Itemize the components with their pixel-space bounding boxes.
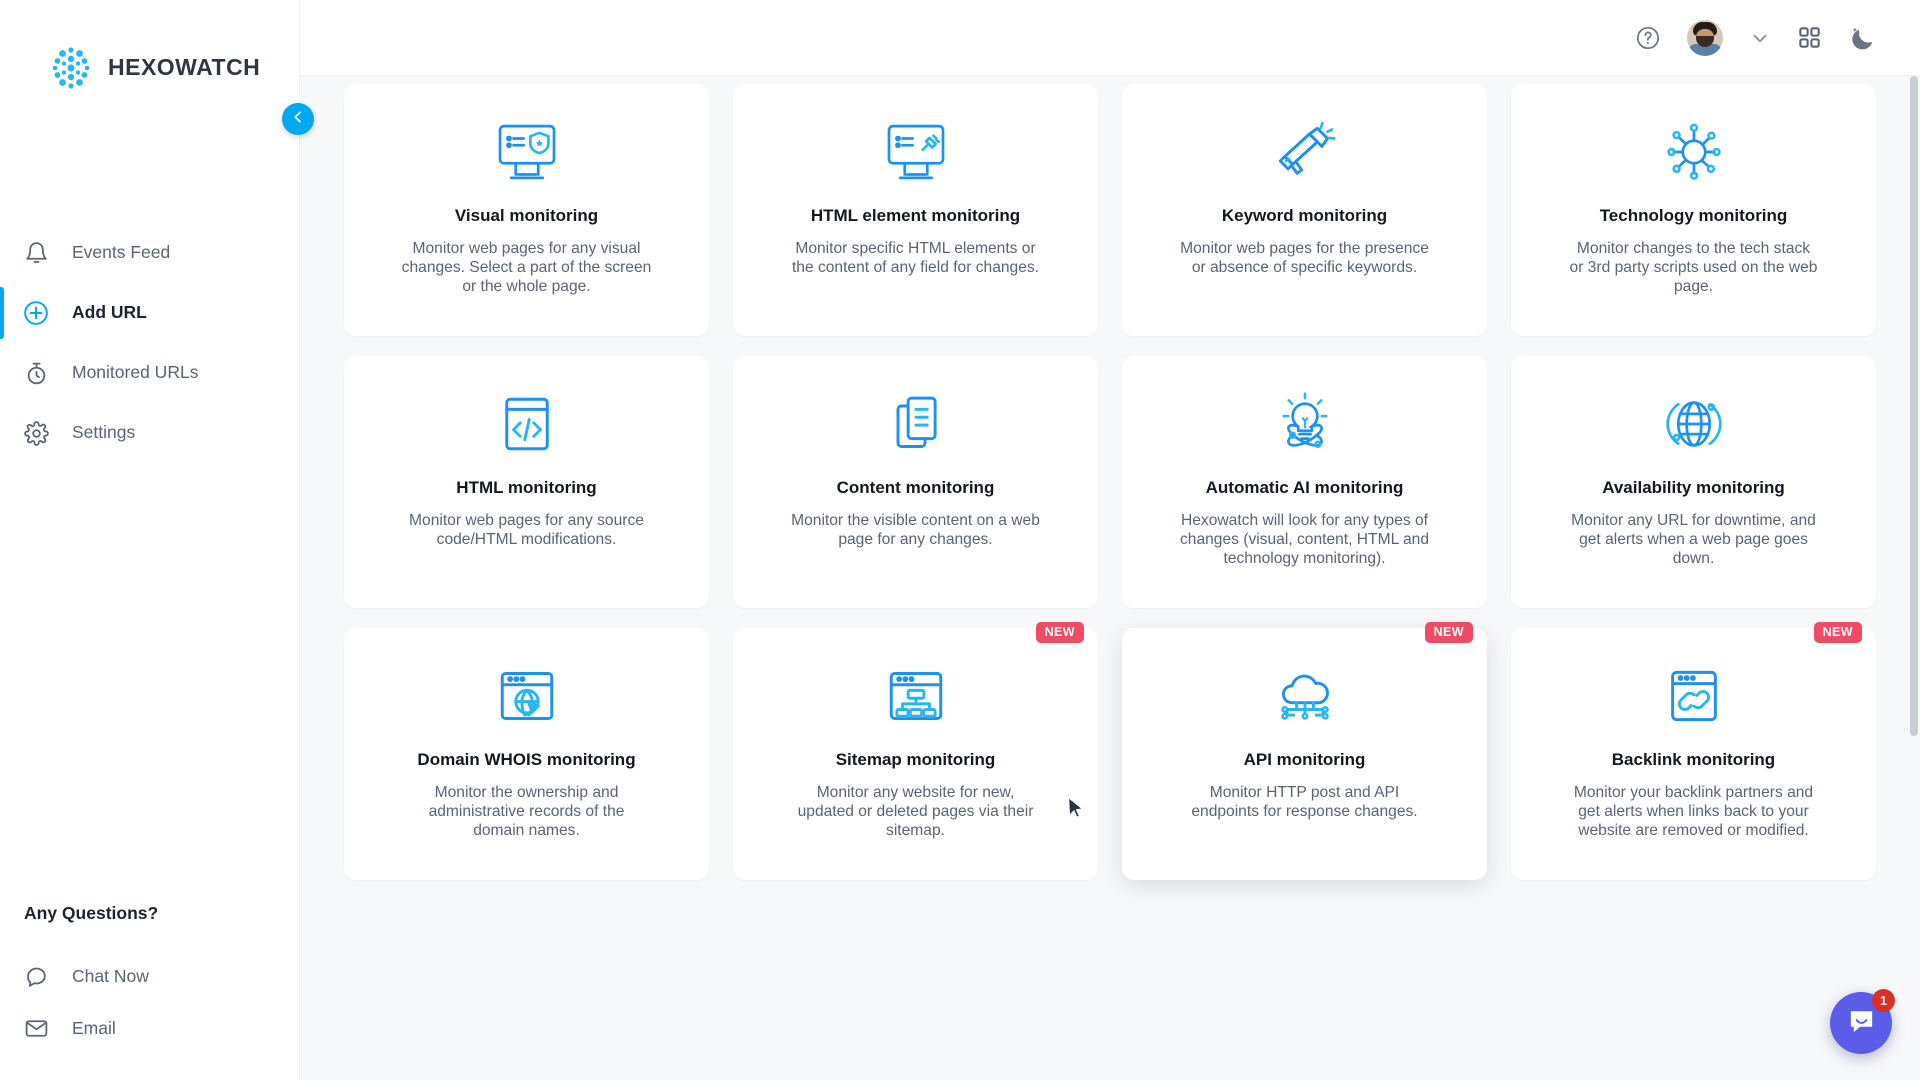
card-keyword-monitoring[interactable]: Keyword monitoring Monitor web pages for… (1122, 84, 1487, 336)
brand-logo[interactable]: HEXOWATCH (0, 0, 299, 105)
card-content-monitoring[interactable]: Content monitoring Monitor the visible c… (733, 356, 1098, 608)
hexowatch-dots-logo-icon (48, 45, 94, 91)
network-nodes-icon (1658, 114, 1730, 190)
moon-stars-icon[interactable] (1848, 24, 1876, 52)
app-root: HEXOWATCH Events Feed Add URL Monitored … (0, 0, 1920, 1080)
card-description: Monitor any website for new, updated or … (797, 784, 1034, 840)
monitor-type-grid-area: Visual monitoring Monitor web pages for … (300, 76, 1920, 1080)
monitor-shield-icon (491, 114, 563, 190)
card-api-monitoring[interactable]: NEW API monitoring Monitor HTTP post and… (1122, 622, 1487, 880)
sidebar-item-add-url[interactable]: Add URL (0, 283, 299, 343)
card-description: Monitor the visible content on a web pag… (791, 512, 1040, 549)
card-backlink-monitoring[interactable]: NEW Backlink monitoring Monitor your bac… (1511, 622, 1876, 880)
chat-launcher-button[interactable]: 1 (1830, 989, 1895, 1054)
main-content: Visual monitoring Monitor web pages for … (300, 0, 1920, 1080)
card-description: Monitor changes to the tech stack or 3rd… (1569, 240, 1818, 296)
sidebar-nav: Events Feed Add URL Monitored URLs Setti… (0, 223, 299, 463)
sidebar-item-label: Settings (72, 422, 136, 443)
card-title: Keyword monitoring (1221, 206, 1388, 225)
card-domain-whois-monitoring[interactable]: Domain WHOIS monitoring Monitor the owne… (344, 628, 709, 880)
card-description: Monitor any URL for downtime, and get al… (1571, 512, 1816, 568)
brand-name: HEXOWATCH (108, 54, 261, 80)
card-title: Availability monitoring (1602, 478, 1785, 497)
envelope-icon (22, 1014, 50, 1042)
monitor-type-grid: Visual monitoring Monitor web pages for … (344, 76, 1876, 880)
sidebar-item-email[interactable]: Email (22, 1002, 299, 1054)
sidebar-item-chat-now[interactable]: Chat Now (22, 950, 299, 1002)
card-title: Sitemap monitoring (835, 750, 996, 769)
grid-apps-icon[interactable] (1797, 25, 1822, 50)
megaphone-icon (1269, 114, 1341, 190)
card-description: Monitor web pages for any source code/HT… (409, 512, 644, 549)
card-description: Monitor HTTP post and API endpoints for … (1191, 784, 1418, 821)
gear-icon (22, 419, 50, 447)
sidebar-collapse-button[interactable] (282, 103, 314, 135)
card-description: Monitor your backlink partners and get a… (1573, 784, 1814, 840)
card-html-element-monitoring[interactable]: HTML element monitoring Monitor specific… (733, 84, 1098, 336)
status-badge: NEW (1424, 622, 1473, 643)
sidebar: HEXOWATCH Events Feed Add URL Monitored … (0, 0, 300, 1080)
intercom-messenger-icon (1846, 1005, 1877, 1041)
monitor-pin-icon (880, 114, 952, 190)
card-description: Monitor web pages for any visual changes… (401, 240, 652, 296)
card-description: Monitor the ownership and administrative… (428, 784, 625, 840)
card-title: Domain WHOIS monitoring (417, 750, 636, 769)
topbar (300, 0, 1920, 76)
card-technology-monitoring[interactable]: Technology monitoring Monitor changes to… (1511, 84, 1876, 336)
sidebar-item-monitored-urls[interactable]: Monitored URLs (0, 343, 299, 403)
card-description: Hexowatch will look for any types of cha… (1179, 512, 1430, 568)
help-item-label: Email (72, 1017, 116, 1038)
sidebar-item-label: Add URL (72, 302, 147, 323)
help-section-title: Any Questions? (24, 903, 159, 923)
browser-link-icon (1658, 658, 1730, 734)
lightbulb-ai-icon (1269, 386, 1341, 462)
sidebar-help-section: Any Questions? Chat Now Email (0, 903, 299, 1080)
code-window-icon (491, 386, 563, 462)
card-title: Technology monitoring (1599, 206, 1788, 225)
bell-icon (22, 239, 50, 267)
sidebar-item-label: Events Feed (72, 242, 171, 263)
sidebar-item-events-feed[interactable]: Events Feed (0, 223, 299, 283)
card-title: Content monitoring (836, 478, 995, 497)
card-title: Visual monitoring (454, 206, 599, 225)
question-circle-icon[interactable] (1635, 25, 1661, 51)
sidebar-item-settings[interactable]: Settings (0, 403, 299, 463)
globe-arcs-icon (1658, 386, 1730, 462)
browser-sitemap-icon (880, 658, 952, 734)
scrollbar-thumb[interactable] (1910, 76, 1918, 736)
sidebar-item-label: Monitored URLs (72, 362, 199, 383)
browser-globe-icon (491, 658, 563, 734)
page-scrollbar[interactable] (1910, 76, 1918, 1080)
chevron-left-icon (290, 109, 306, 130)
card-title: HTML monitoring (456, 478, 597, 497)
card-sitemap-monitoring[interactable]: NEW Sitemap monitoring Monitor any websi… (733, 622, 1098, 880)
documents-icon (880, 386, 952, 462)
card-html-monitoring[interactable]: HTML monitoring Monitor web pages for an… (344, 356, 709, 608)
plus-circle-icon (22, 299, 50, 327)
chat-bubble-icon (22, 962, 50, 990)
card-visual-monitoring[interactable]: Visual monitoring Monitor web pages for … (344, 84, 709, 336)
card-title: Backlink monitoring (1611, 750, 1776, 769)
chat-unread-badge: 1 (1872, 989, 1895, 1012)
cloud-api-icon (1269, 658, 1341, 734)
stopwatch-icon (22, 359, 50, 387)
status-badge: NEW (1035, 622, 1084, 643)
card-availability-monitoring[interactable]: Availability monitoring Monitor any URL … (1511, 356, 1876, 608)
card-description: Monitor specific HTML elements or the co… (791, 240, 1040, 277)
card-title: HTML element monitoring (810, 206, 1021, 225)
card-title: Automatic AI monitoring (1205, 478, 1404, 497)
card-description: Monitor web pages for the presence or ab… (1180, 240, 1429, 277)
avatar[interactable] (1687, 19, 1723, 56)
status-badge: NEW (1813, 622, 1862, 643)
card-automatic-ai-monitoring[interactable]: Automatic AI monitoring Hexowatch will l… (1122, 356, 1487, 608)
chevron-down-icon[interactable] (1749, 27, 1771, 49)
help-item-label: Chat Now (72, 965, 149, 986)
card-title: API monitoring (1243, 750, 1366, 769)
